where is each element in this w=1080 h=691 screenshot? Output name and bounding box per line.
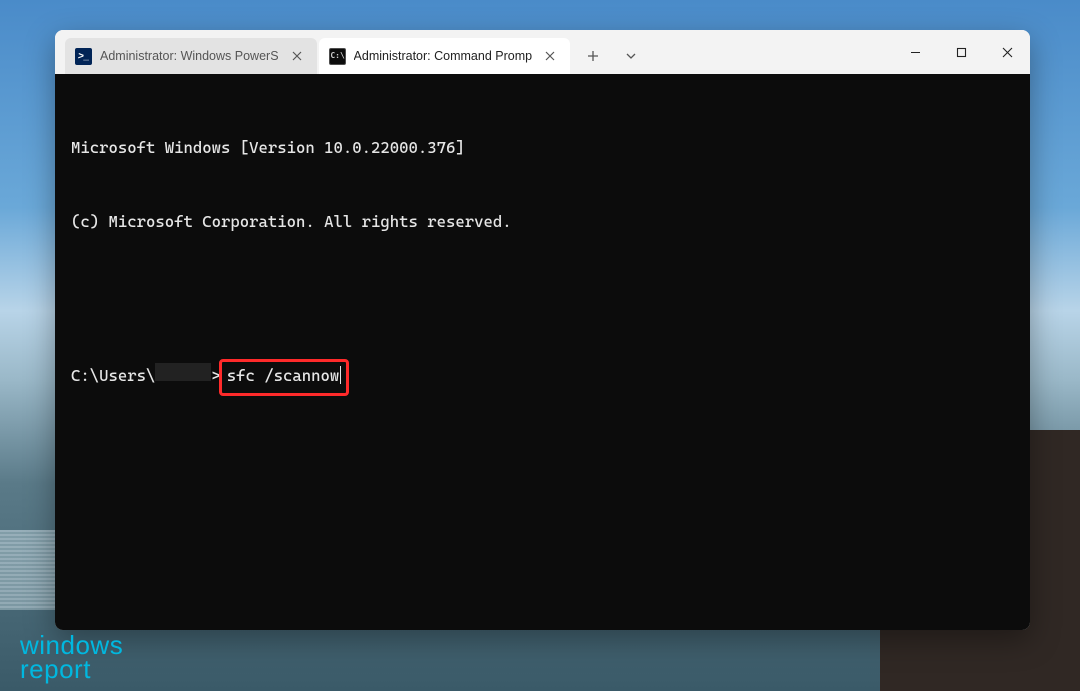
- text-caret: [340, 366, 341, 384]
- tab-dropdown-button[interactable]: [614, 38, 648, 74]
- command-highlight: sfc /scannow: [219, 359, 350, 396]
- close-window-button[interactable]: [984, 30, 1030, 74]
- maximize-button[interactable]: [938, 30, 984, 74]
- tab-close-button[interactable]: [540, 46, 560, 66]
- prompt-row: C:\Users\>sfc /scannow: [71, 359, 1014, 396]
- title-bar[interactable]: >_ Administrator: Windows PowerS C:\ Adm…: [55, 30, 1030, 74]
- tab-command-prompt[interactable]: C:\ Administrator: Command Promp: [319, 38, 571, 74]
- tab-label: Administrator: Command Promp: [354, 49, 533, 63]
- tabs-area: >_ Administrator: Windows PowerS C:\ Adm…: [55, 30, 648, 74]
- minimize-button[interactable]: [892, 30, 938, 74]
- redacted-username: [155, 363, 211, 381]
- watermark-logo: windows report: [20, 634, 123, 681]
- cmd-icon: C:\: [329, 48, 346, 65]
- powershell-icon: >_: [75, 48, 92, 65]
- banner-line: Microsoft Windows [Version 10.0.22000.37…: [71, 136, 1014, 161]
- new-tab-button[interactable]: [576, 38, 610, 74]
- desktop-wallpaper: >_ Administrator: Windows PowerS C:\ Adm…: [0, 0, 1080, 691]
- tab-powershell[interactable]: >_ Administrator: Windows PowerS: [65, 38, 317, 74]
- tab-label: Administrator: Windows PowerS: [100, 49, 279, 63]
- windows-terminal-window: >_ Administrator: Windows PowerS C:\ Adm…: [55, 30, 1030, 630]
- banner-line: (c) Microsoft Corporation. All rights re…: [71, 210, 1014, 235]
- typed-command: sfc /scannow: [227, 366, 340, 385]
- terminal-client-area[interactable]: Microsoft Windows [Version 10.0.22000.37…: [55, 74, 1030, 630]
- window-controls: [892, 30, 1030, 74]
- tab-close-button[interactable]: [287, 46, 307, 66]
- prompt-path: C:\Users\: [71, 364, 155, 389]
